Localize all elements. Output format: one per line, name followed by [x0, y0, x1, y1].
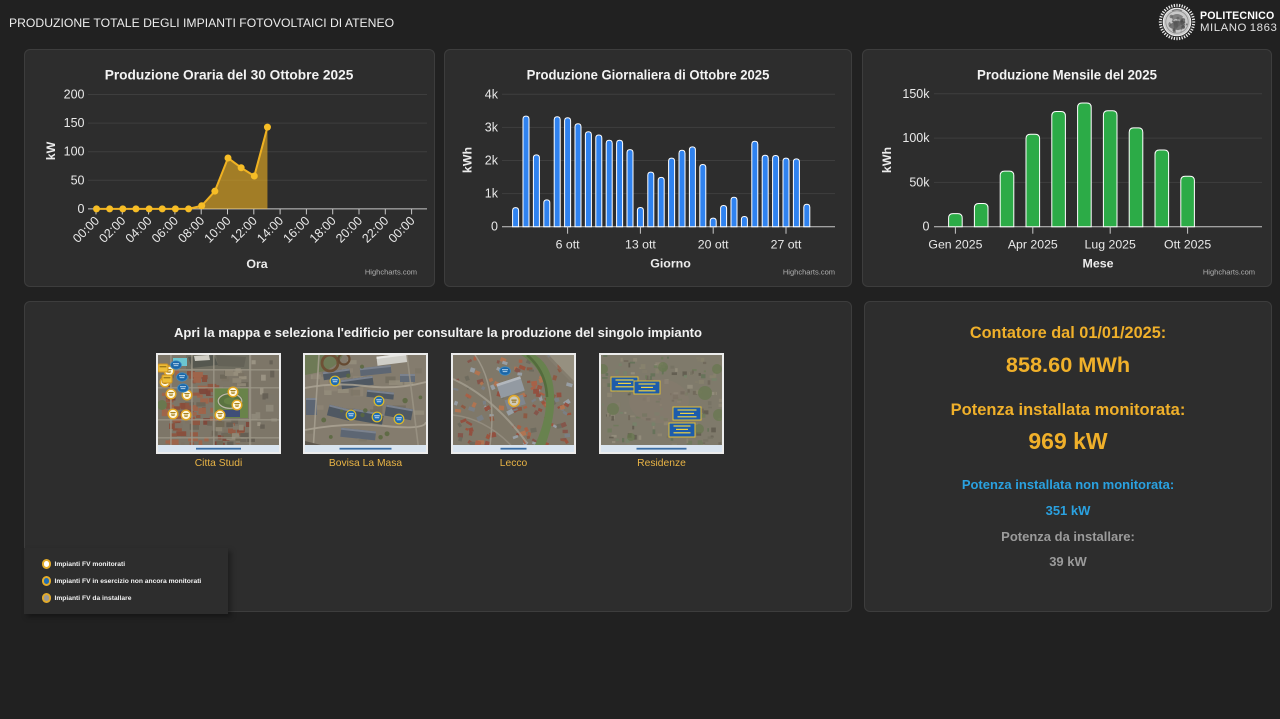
svg-text:00:00: 00:00 [70, 214, 102, 246]
svg-text:Mese: Mese [1083, 257, 1114, 271]
svg-text:150: 150 [64, 116, 85, 130]
svg-text:Produzione Mensile del 2025: Produzione Mensile del 2025 [977, 68, 1157, 83]
svg-text:22:00: 22:00 [359, 214, 391, 246]
svg-text:18:00: 18:00 [307, 214, 339, 246]
svg-text:14:00: 14:00 [254, 214, 286, 246]
svg-text:50k: 50k [909, 175, 930, 189]
svg-text:150k: 150k [902, 87, 930, 101]
svg-text:Apr 2025: Apr 2025 [1008, 238, 1058, 252]
svg-text:3k: 3k [485, 120, 499, 134]
svg-text:16:00: 16:00 [281, 214, 313, 246]
svg-text:kWh: kWh [880, 147, 894, 173]
svg-text:00:00: 00:00 [386, 214, 418, 246]
svg-text:Lug 2025: Lug 2025 [1085, 238, 1136, 252]
svg-text:06:00: 06:00 [149, 214, 181, 246]
svg-text:100k: 100k [902, 131, 930, 145]
svg-text:4k: 4k [485, 87, 499, 101]
svg-text:kW: kW [44, 141, 58, 160]
svg-text:10:00: 10:00 [202, 214, 234, 246]
svg-text:Giorno: Giorno [650, 257, 691, 271]
svg-text:02:00: 02:00 [96, 214, 128, 246]
svg-text:27 ott: 27 ott [771, 238, 802, 252]
svg-text:0: 0 [923, 220, 930, 234]
svg-text:0: 0 [491, 220, 498, 234]
svg-text:50: 50 [71, 173, 85, 187]
svg-text:12:00: 12:00 [228, 214, 260, 246]
svg-text:04:00: 04:00 [123, 214, 155, 246]
svg-text:Produzione Giornaliera di Otto: Produzione Giornaliera di Ottobre 2025 [527, 68, 770, 83]
svg-text:Highcharts.com: Highcharts.com [1203, 268, 1255, 277]
svg-text:Highcharts.com: Highcharts.com [365, 268, 417, 277]
svg-text:kWh: kWh [461, 147, 475, 173]
svg-text:08:00: 08:00 [175, 214, 207, 246]
svg-text:Ora: Ora [246, 257, 267, 271]
svg-text:Highcharts.com: Highcharts.com [783, 268, 835, 277]
svg-text:2k: 2k [485, 154, 499, 168]
svg-text:Ott 2025: Ott 2025 [1164, 238, 1211, 252]
svg-text:6 ott: 6 ott [556, 238, 581, 252]
svg-text:20 ott: 20 ott [698, 238, 729, 252]
svg-text:20:00: 20:00 [333, 214, 365, 246]
svg-text:1k: 1k [485, 187, 499, 201]
svg-text:100: 100 [64, 145, 85, 159]
svg-text:13 ott: 13 ott [625, 238, 656, 252]
svg-text:0: 0 [78, 202, 85, 216]
svg-text:Produzione Oraria del 30 Ottob: Produzione Oraria del 30 Ottobre 2025 [105, 68, 354, 83]
svg-text:200: 200 [64, 88, 85, 102]
svg-text:Gen 2025: Gen 2025 [928, 238, 982, 252]
